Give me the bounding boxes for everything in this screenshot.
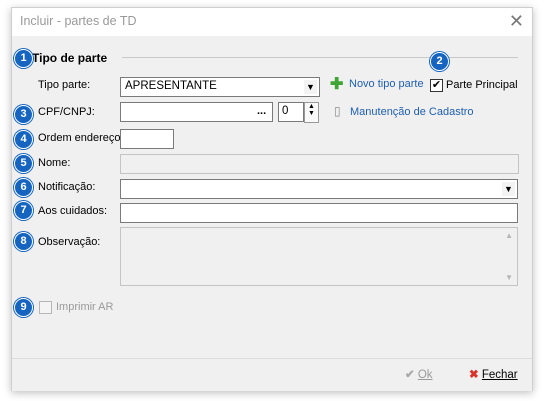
- nome-field: [120, 154, 519, 174]
- cpf-label: CPF/CNPJ:: [38, 106, 95, 118]
- cpf-input[interactable]: [120, 102, 273, 122]
- manutencao-cadastro-link[interactable]: Manutenção de Cadastro: [350, 106, 474, 118]
- parte-principal-checkbox[interactable]: ✔: [430, 79, 443, 92]
- fechar-button[interactable]: ✖ Fechar: [469, 367, 518, 381]
- plus-icon: ✚: [330, 76, 344, 93]
- close-icon[interactable]: ✕: [509, 11, 524, 32]
- notificacao-label: Notificação:: [38, 181, 96, 193]
- ellipsis-button[interactable]: ...: [257, 105, 266, 117]
- dialog-footer: ✔ Ok ✖ Fechar: [12, 358, 532, 391]
- group-title: Tipo de parte: [32, 51, 108, 65]
- aos-cuidados-input[interactable]: [120, 203, 518, 223]
- badge-5: 5: [14, 154, 33, 173]
- tipo-parte-value: APRESENTANTE: [125, 80, 217, 92]
- cpf-sequence-input[interactable]: 0: [278, 102, 304, 122]
- imprimir-ar-label: Imprimir AR: [56, 301, 114, 313]
- chevron-down-icon[interactable]: ▼: [502, 182, 515, 196]
- ok-button: ✔ Ok: [405, 367, 433, 381]
- group-divider: [122, 57, 518, 58]
- scroll-down-icon: ▼: [505, 273, 513, 282]
- cpf-sequence-value: 0: [282, 105, 289, 117]
- close-x-icon: ✖: [469, 369, 479, 381]
- badge-1: 1: [14, 49, 33, 68]
- window-title: Incluir - partes de TD: [20, 14, 137, 28]
- title-bar: Incluir - partes de TD ✕: [12, 8, 532, 36]
- scroll-up-icon: ▲: [505, 231, 513, 240]
- chevron-down-icon[interactable]: ▼: [304, 80, 317, 94]
- observacao-label: Observação:: [38, 236, 101, 248]
- spin-stepper[interactable]: ▲ ▼: [304, 102, 319, 123]
- observacao-textarea: ▲ ▼: [120, 227, 518, 286]
- parte-principal-label: Parte Principal: [446, 79, 518, 91]
- ok-label: Ok: [417, 369, 433, 381]
- notificacao-select[interactable]: ▼: [120, 179, 518, 199]
- badge-6: 6: [14, 178, 33, 197]
- ordem-endereco-input[interactable]: [120, 129, 174, 149]
- ordem-endereco-label: Ordem endereço:: [38, 132, 124, 144]
- check-icon: ✔: [405, 369, 415, 381]
- imprimir-ar-checkbox: [39, 301, 52, 314]
- dialog-window: Incluir - partes de TD ✕ Tipo de parte 1…: [11, 7, 533, 391]
- badge-9: 9: [14, 298, 33, 317]
- nome-label: Nome:: [38, 157, 71, 169]
- aos-cuidados-label: Aos cuidados:: [38, 205, 108, 217]
- badge-2: 2: [430, 52, 449, 71]
- badge-3: 3: [14, 105, 33, 124]
- badge-7: 7: [14, 201, 33, 220]
- tipo-parte-select[interactable]: APRESENTANTE ▼: [120, 77, 320, 97]
- badge-4: 4: [14, 130, 33, 149]
- fechar-label: Fechar: [481, 369, 518, 381]
- tipo-parte-label: Tipo parte:: [38, 79, 91, 91]
- document-icon: ▯: [334, 104, 341, 118]
- novo-tipo-parte-link[interactable]: Novo tipo parte: [349, 78, 424, 90]
- dialog-body: Tipo de parte 1 2 3 4 5 6 7 8 9 Tipo par…: [12, 36, 532, 358]
- badge-8: 8: [14, 232, 33, 251]
